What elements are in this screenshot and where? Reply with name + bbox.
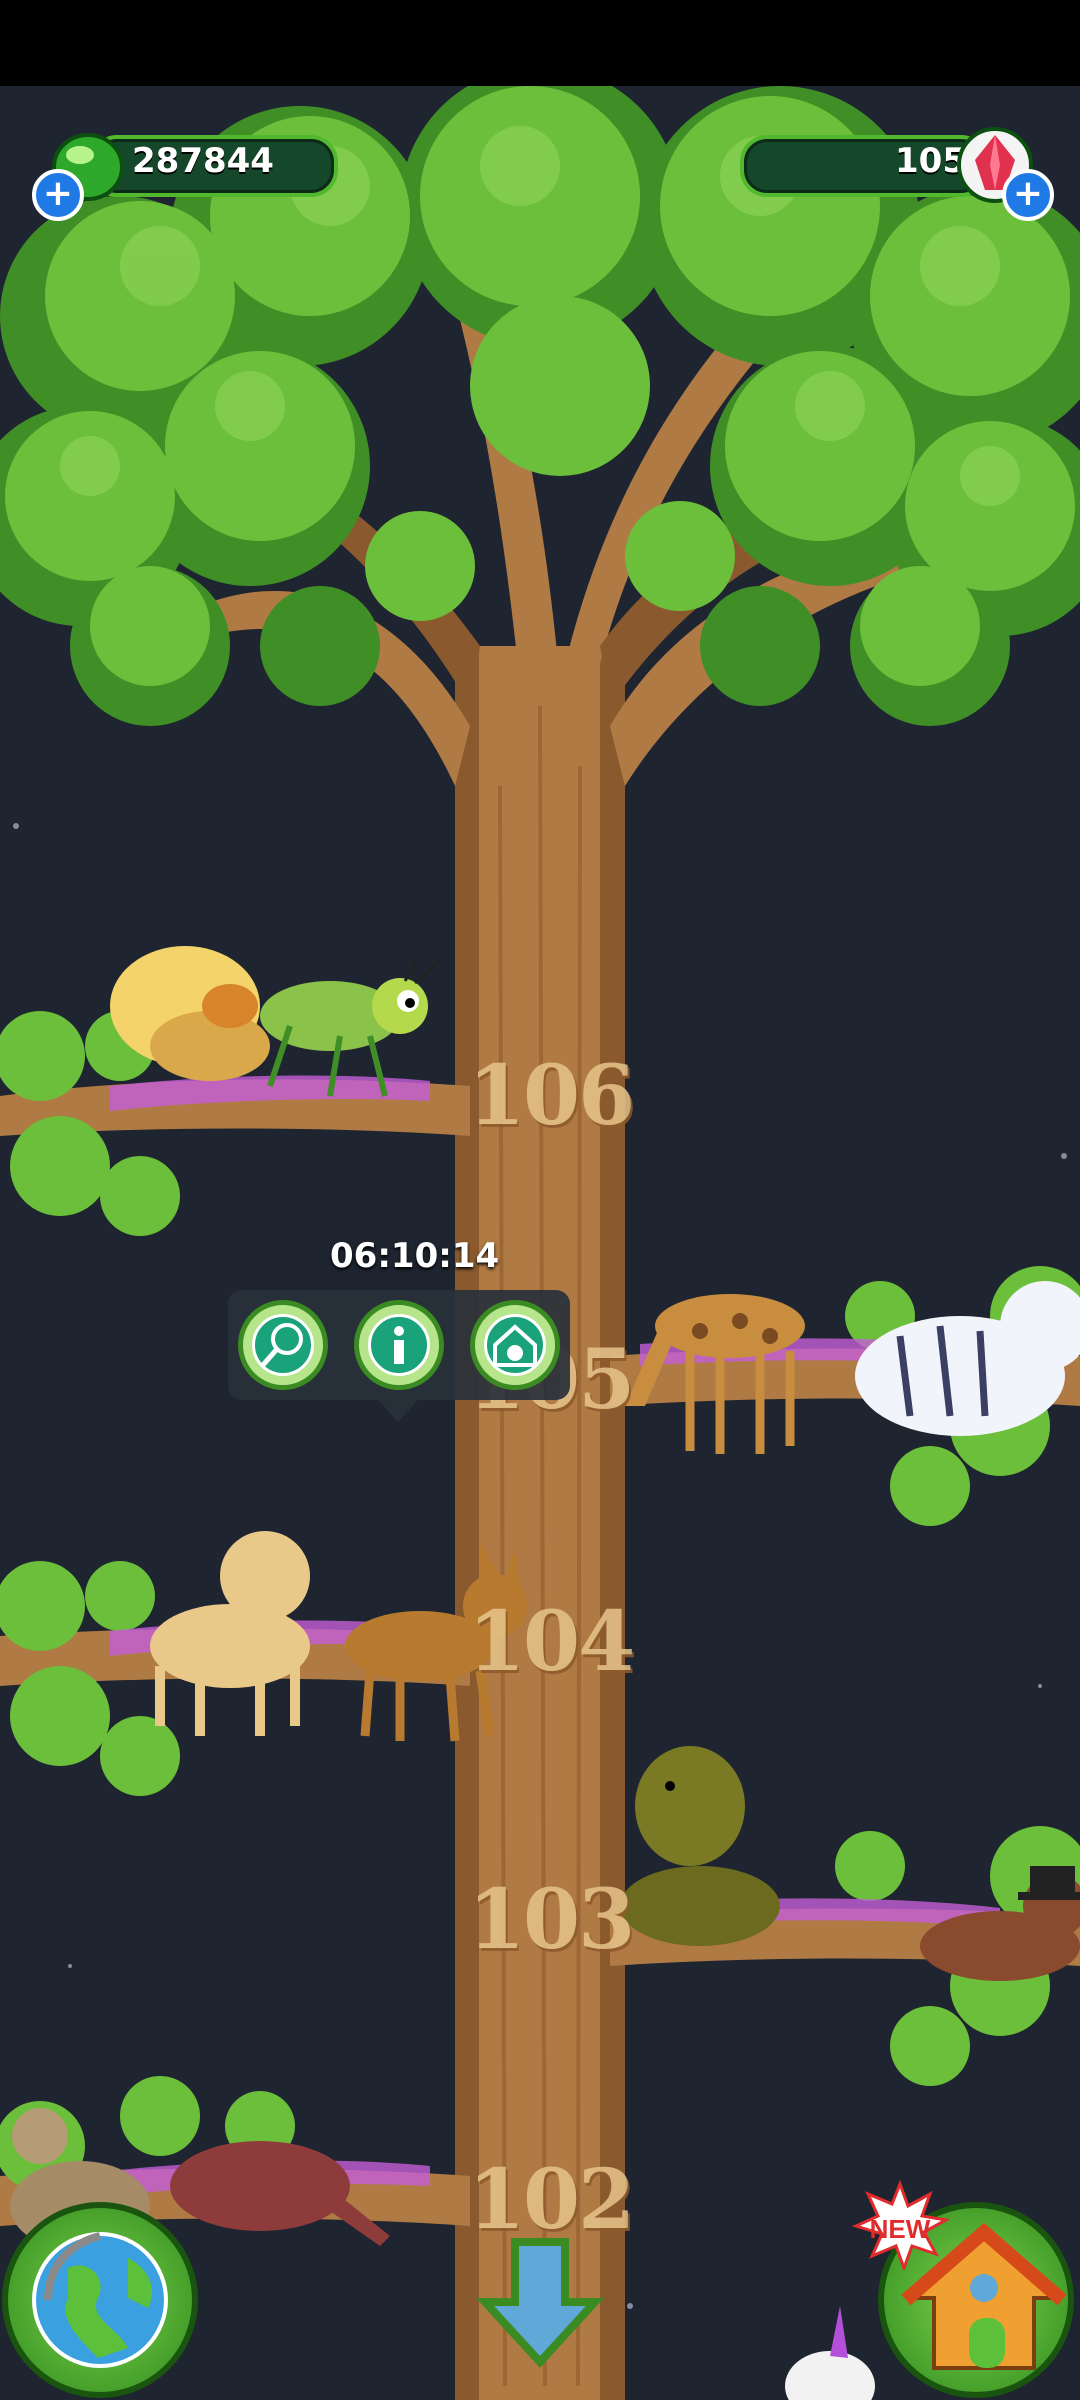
gems-value: 287844 bbox=[132, 141, 274, 181]
arrow-down-icon bbox=[475, 2238, 605, 2368]
gems-counter[interactable]: 287844 + bbox=[30, 125, 350, 221]
shelter-icon bbox=[484, 1314, 546, 1376]
new-badge: NEW bbox=[850, 2180, 950, 2270]
shelter-button[interactable] bbox=[470, 1300, 560, 1390]
action-popup bbox=[228, 1290, 570, 1422]
info-button[interactable] bbox=[354, 1300, 444, 1390]
world-map-button[interactable] bbox=[2, 2202, 198, 2398]
new-badge-label: NEW bbox=[869, 2214, 931, 2244]
animal-cobra bbox=[620, 1746, 780, 1946]
animal-grasshopper bbox=[260, 955, 441, 1097]
add-gems-button[interactable]: + bbox=[32, 169, 84, 221]
add-crystals-button[interactable]: + bbox=[1002, 169, 1054, 221]
level-number-106: 106 bbox=[468, 1048, 635, 1144]
net-icon bbox=[252, 1314, 314, 1376]
crystals-counter[interactable]: 105 + bbox=[730, 125, 1054, 221]
timer-countdown: 06:10:14 bbox=[330, 1236, 500, 1276]
animal-unicorn-partial bbox=[785, 2306, 875, 2400]
level-number-103: 103 bbox=[468, 1872, 635, 1968]
scroll-down-button[interactable] bbox=[470, 2232, 610, 2372]
level-number-104: 104 bbox=[468, 1594, 635, 1690]
game-scene: 106 105 104 103 102 bbox=[0, 86, 1080, 2400]
animal-lynx bbox=[150, 1531, 310, 1736]
status-bar bbox=[0, 0, 1080, 86]
catch-button[interactable] bbox=[238, 1300, 328, 1390]
globe-icon bbox=[32, 2232, 168, 2368]
info-icon bbox=[368, 1314, 430, 1376]
